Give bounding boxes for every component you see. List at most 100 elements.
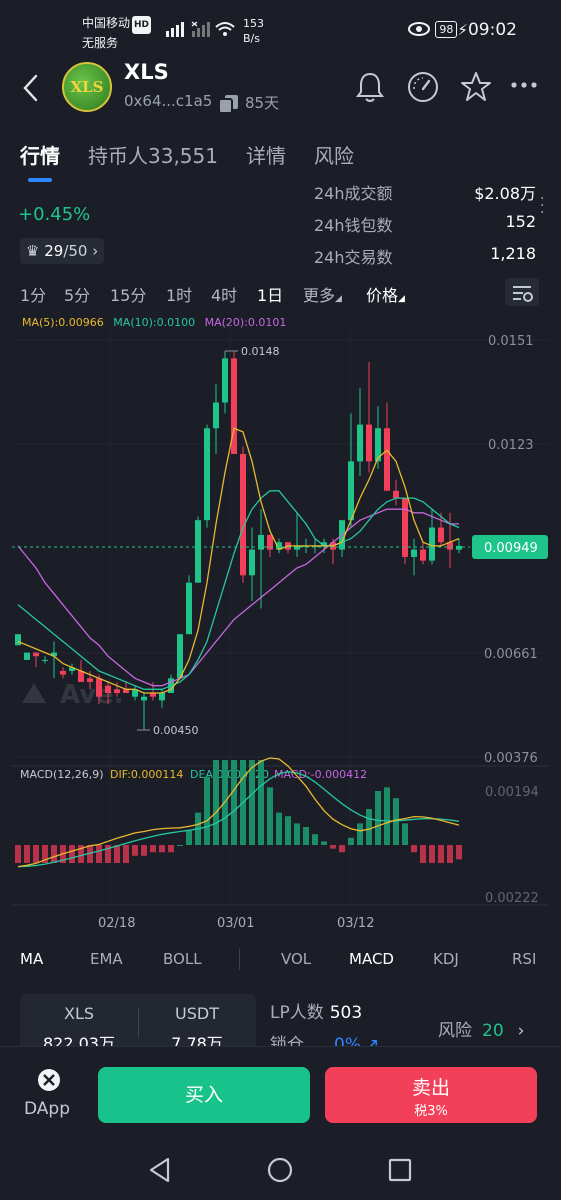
timeframe-selector: 1分 5分 15分 1时 4时 1日 更多◢ 价格◢ bbox=[0, 278, 561, 308]
tf-4h[interactable]: 4时 bbox=[211, 282, 237, 306]
risk-score[interactable]: 风险 20 › bbox=[438, 1016, 524, 1041]
rank-badge[interactable]: ♛ 29/50 › bbox=[20, 238, 105, 264]
candle-body bbox=[177, 634, 183, 679]
dropdown-triangle-icon: ◢ bbox=[335, 294, 342, 304]
tab-details[interactable]: 详情 bbox=[246, 140, 286, 169]
candle-body bbox=[384, 428, 390, 491]
ind-kdj[interactable]: KDJ bbox=[433, 950, 459, 968]
candle-body bbox=[420, 549, 426, 561]
status-right: 98 ⚡09:02 bbox=[408, 20, 517, 40]
candle-body bbox=[42, 659, 48, 661]
star-icon[interactable] bbox=[459, 70, 493, 104]
lp-label: LP人数 bbox=[270, 1003, 324, 1023]
ind-rsi[interactable]: RSI bbox=[512, 950, 536, 968]
copy-icon[interactable] bbox=[218, 94, 240, 114]
ind-ma[interactable]: MA bbox=[20, 950, 43, 968]
candle-body bbox=[222, 358, 228, 403]
price-tick: 0.00376 bbox=[484, 751, 538, 766]
macd-bar bbox=[420, 845, 426, 863]
contract-address[interactable]: 0x64...c1a5 bbox=[124, 92, 212, 110]
candle-body bbox=[357, 424, 363, 462]
lp-count: 503 bbox=[329, 1003, 363, 1023]
macd-bar bbox=[357, 823, 363, 845]
macd-bar bbox=[402, 823, 408, 845]
macd-bar bbox=[24, 845, 30, 863]
tab-divider bbox=[239, 948, 240, 970]
candle-body bbox=[456, 545, 462, 550]
nav-home-icon[interactable] bbox=[266, 1156, 294, 1184]
tf-1h[interactable]: 1时 bbox=[166, 282, 192, 306]
liquidity-pool-card[interactable]: XLS 822.03万 USDT 7.78万 bbox=[20, 994, 256, 1050]
candle-body bbox=[393, 490, 399, 499]
time-tick: 02/18 bbox=[98, 916, 135, 931]
kline-chart[interactable]: Ave. 0.00949 0.0148 0.00450 0.0151 0.012… bbox=[0, 325, 561, 940]
buy-button[interactable]: 买入 bbox=[98, 1067, 310, 1123]
stat-value: 1,218 bbox=[490, 244, 536, 263]
back-arrow-icon[interactable] bbox=[18, 72, 42, 104]
macd-bar bbox=[231, 760, 237, 845]
chevron-right-icon: › bbox=[517, 1021, 525, 1041]
macd-tick: 0.00222 bbox=[485, 891, 539, 906]
tab-holders[interactable]: 持币人33,551 bbox=[88, 140, 218, 169]
ma10-line bbox=[17, 490, 460, 690]
charging-icon: ⚡ bbox=[457, 21, 468, 39]
macd-bar bbox=[177, 845, 183, 846]
chart-settings-button[interactable] bbox=[505, 278, 539, 306]
macd-title: MACD(12,26,9) bbox=[20, 768, 104, 781]
dapp-label[interactable]: DApp bbox=[24, 1099, 70, 1119]
candle-body bbox=[186, 582, 192, 635]
dropdown-triangle-icon: ◢ bbox=[398, 294, 405, 304]
tf-more[interactable]: 更多◢ bbox=[303, 282, 342, 306]
dapp-icon[interactable] bbox=[38, 1069, 60, 1091]
price-type-label: 价格 bbox=[366, 286, 399, 305]
macd-bar bbox=[150, 845, 156, 853]
candle-body bbox=[195, 520, 201, 583]
gauge-icon[interactable] bbox=[406, 70, 440, 104]
macd-bar bbox=[285, 816, 291, 845]
candle-body bbox=[402, 498, 408, 557]
price-type-dropdown[interactable]: 价格◢ bbox=[366, 282, 405, 306]
macd-bar bbox=[303, 827, 309, 845]
candle-body bbox=[15, 634, 21, 646]
nav-back-icon[interactable] bbox=[146, 1156, 174, 1184]
macd-bar bbox=[33, 845, 39, 863]
macd-bar bbox=[114, 845, 120, 863]
stat-wallets: 24h钱包数 152 bbox=[314, 212, 536, 236]
macd-value: MACD:-0.000412 bbox=[274, 768, 367, 781]
tf-1m[interactable]: 1分 bbox=[20, 282, 46, 306]
tf-5m[interactable]: 5分 bbox=[64, 282, 90, 306]
stats-more-icon[interactable]: · · · bbox=[540, 192, 544, 220]
stat-volume: 24h成交额 $2.08万 bbox=[314, 180, 536, 204]
main-tabs: 行情 持币人33,551 详情 风险 bbox=[0, 136, 561, 176]
macd-bar bbox=[438, 845, 444, 863]
ind-vol[interactable]: VOL bbox=[281, 950, 311, 968]
macd-bar bbox=[312, 834, 318, 845]
tf-1d[interactable]: 1日 bbox=[257, 282, 283, 306]
macd-bar bbox=[159, 845, 165, 853]
tf-15m[interactable]: 15分 bbox=[110, 282, 146, 306]
more-menu-icon[interactable] bbox=[510, 80, 538, 90]
nav-recents-icon[interactable] bbox=[386, 1156, 414, 1184]
tab-market[interactable]: 行情 bbox=[20, 140, 60, 169]
token-name: XLS bbox=[124, 60, 169, 84]
ind-ema[interactable]: EMA bbox=[90, 950, 123, 968]
candle-body bbox=[213, 402, 219, 429]
hd-badge: HD bbox=[132, 16, 152, 34]
macd-bar bbox=[375, 791, 381, 845]
token-header: XLS XLS 0x64...c1a5 85天 bbox=[0, 58, 561, 122]
sell-tax: 税3% bbox=[414, 1104, 448, 1119]
tf-more-label: 更多 bbox=[303, 286, 336, 305]
ind-macd[interactable]: MACD bbox=[349, 950, 394, 968]
candle-body bbox=[159, 693, 165, 701]
macd-bar bbox=[276, 812, 282, 845]
macd-dif: DIF:0.000114 bbox=[110, 768, 183, 781]
macd-bar bbox=[51, 845, 57, 863]
macd-bar bbox=[447, 845, 453, 863]
sell-button[interactable]: 卖出 税3% bbox=[325, 1067, 537, 1123]
price-tick: 0.0123 bbox=[488, 438, 534, 453]
candle-body bbox=[24, 652, 30, 660]
tab-risk[interactable]: 风险 bbox=[314, 140, 354, 169]
bell-icon[interactable] bbox=[354, 70, 386, 104]
ind-boll[interactable]: BOLL bbox=[163, 950, 202, 968]
rank-value: 29 bbox=[44, 242, 64, 260]
